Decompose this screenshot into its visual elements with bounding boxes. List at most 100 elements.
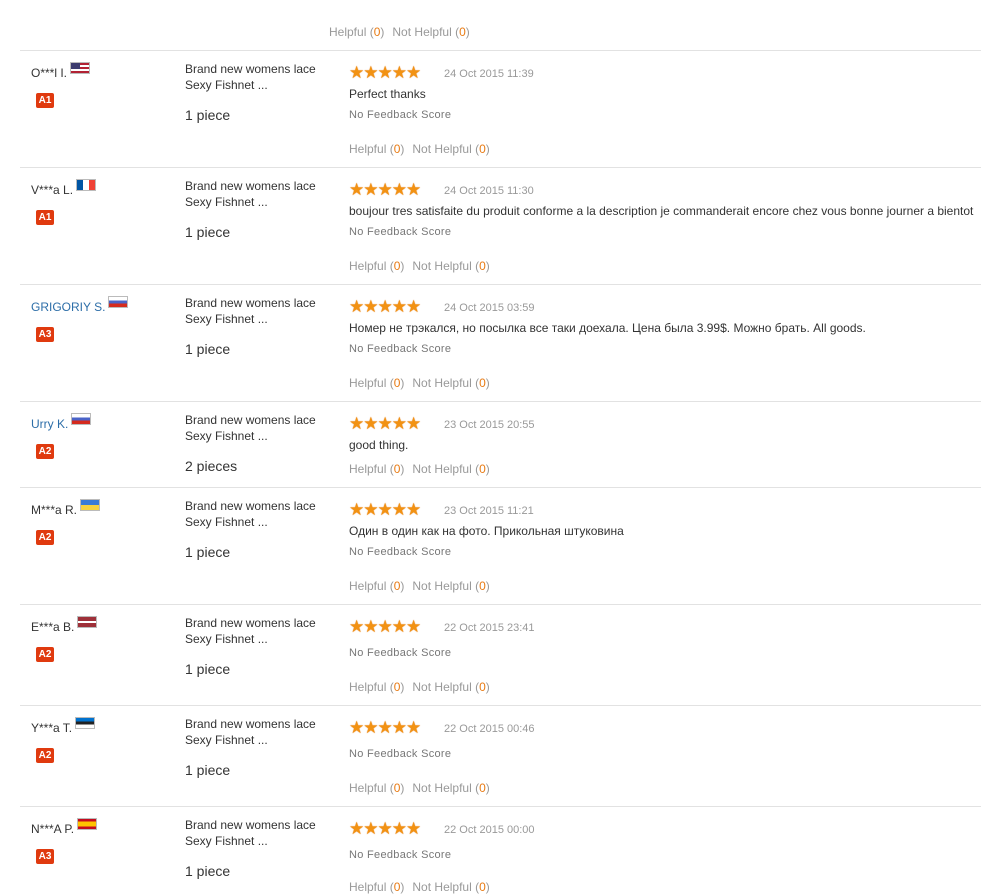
ua-flag-icon (80, 499, 101, 511)
es-flag-icon (77, 818, 98, 830)
review-row: Urry K. A2 Brand new womens lace Sexy Fi… (20, 402, 981, 487)
review-row: V***a L. A1 Brand new womens lace Sexy F… (20, 168, 981, 284)
review-text: Perfect thanks (349, 87, 426, 101)
review-date: 24 Oct 2015 11:39 (444, 68, 534, 80)
helpful-actions: Helpful (0) Not Helpful (0) (349, 781, 490, 795)
lv-flag-icon (77, 616, 98, 628)
feedback-score: No Feedback Score (349, 546, 452, 558)
star-rating: ★★★★★ (349, 718, 421, 737)
not-helpful-button[interactable]: Not Helpful (0) (412, 680, 489, 694)
product-link[interactable]: Brand new womens lace Sexy Fishnet ... (185, 716, 335, 748)
product-link[interactable]: Brand new womens lace Sexy Fishnet ... (185, 295, 335, 327)
review-text: good thing. (349, 438, 409, 452)
not-helpful-button[interactable]: Not Helpful (0) (412, 781, 489, 795)
feedback-score: No Feedback Score (349, 647, 452, 659)
helpful-actions: Helpful (0) Not Helpful (0) (349, 142, 490, 156)
not-helpful-button[interactable]: Not Helpful (0) (412, 579, 489, 593)
product-link[interactable]: Brand new womens lace Sexy Fishnet ... (185, 817, 335, 849)
product-link[interactable]: Brand new womens lace Sexy Fishnet ... (185, 498, 335, 530)
partial-review-actions: Helpful (0) Not Helpful (0) (0, 0, 1000, 50)
quantity: 1 piece (185, 341, 231, 357)
helpful-button[interactable]: Helpful (0) (349, 376, 404, 390)
product-link[interactable]: Brand new womens lace Sexy Fishnet ... (185, 178, 335, 210)
product-link[interactable]: Brand new womens lace Sexy Fishnet ... (185, 61, 335, 93)
helpful-button[interactable]: Helpful (0) (349, 781, 404, 795)
ee-flag-icon (75, 717, 96, 729)
helpful-button[interactable]: Helpful (0) (349, 579, 404, 593)
star-rating: ★★★★★ (349, 63, 421, 82)
review-row: GRIGORIY S. A3 Brand new womens lace Sex… (20, 285, 981, 401)
helpful-actions: Helpful (0) Not Helpful (0) (349, 259, 490, 273)
reviewer-name-link[interactable]: GRIGORIY S. (31, 296, 129, 314)
buyer-level-badge: A2 (36, 647, 54, 662)
review-date: 24 Oct 2015 11:30 (444, 185, 534, 197)
feedback-score: No Feedback Score (349, 226, 452, 238)
review-row: N***A P. A3 Brand new womens lace Sexy F… (20, 807, 981, 894)
star-rating: ★★★★★ (349, 297, 421, 316)
feedback-score: No Feedback Score (349, 343, 452, 355)
buyer-level-badge: A3 (36, 849, 54, 864)
reviewer-name: E***a B. (31, 616, 98, 634)
review-date: 22 Oct 2015 00:46 (444, 723, 535, 735)
buyer-level-badge: A1 (36, 210, 54, 225)
helpful-button[interactable]: Helpful (0) (349, 142, 404, 156)
not-helpful-button[interactable]: Not Helpful (0) (412, 376, 489, 390)
review-text: Номер не трэкался, но посылка все таки д… (349, 321, 866, 335)
review-date: 23 Oct 2015 20:55 (444, 419, 535, 431)
helpful-actions: Helpful (0) Not Helpful (0) (349, 680, 490, 694)
star-rating: ★★★★★ (349, 819, 421, 838)
helpful-actions: Helpful (0) Not Helpful (0) (329, 25, 470, 39)
star-rating: ★★★★★ (349, 180, 421, 199)
reviewer-name: M***a R. (31, 499, 101, 517)
quantity: 2 pieces (185, 458, 238, 474)
product-link[interactable]: Brand new womens lace Sexy Fishnet ... (185, 615, 335, 647)
quantity: 1 piece (185, 863, 231, 879)
feedback-score: No Feedback Score (349, 109, 452, 121)
helpful-button[interactable]: Helpful (0) (349, 680, 404, 694)
us-flag-icon (70, 62, 91, 74)
ru-flag-icon (71, 413, 92, 425)
helpful-actions: Helpful (0) Not Helpful (0) (349, 376, 490, 390)
buyer-level-badge: A2 (36, 444, 54, 459)
quantity: 1 piece (185, 224, 231, 240)
review-row: E***a B. A2 Brand new womens lace Sexy F… (20, 605, 981, 705)
review-text: Один в один как на фото. Прикольная штук… (349, 524, 624, 538)
reviewer-name: N***A P. (31, 818, 98, 836)
buyer-level-badge: A2 (36, 748, 54, 763)
buyer-level-badge: A3 (36, 327, 54, 342)
feedback-score: No Feedback Score (349, 849, 452, 861)
helpful-button[interactable]: Helpful (0) (349, 462, 404, 476)
product-link[interactable]: Brand new womens lace Sexy Fishnet ... (185, 412, 335, 444)
not-helpful-button[interactable]: Not Helpful (0) (412, 259, 489, 273)
review-date: 24 Oct 2015 03:59 (444, 302, 535, 314)
reviewer-name: O***l I. (31, 62, 91, 80)
not-helpful-button[interactable]: Not Helpful (0) (392, 25, 469, 39)
star-rating: ★★★★★ (349, 500, 421, 519)
quantity: 1 piece (185, 762, 231, 778)
review-date: 22 Oct 2015 00:00 (444, 824, 535, 836)
review-date: 23 Oct 2015 11:21 (444, 505, 534, 517)
quantity: 1 piece (185, 107, 231, 123)
star-rating: ★★★★★ (349, 617, 421, 636)
not-helpful-button[interactable]: Not Helpful (0) (412, 462, 489, 476)
feedback-score: No Feedback Score (349, 748, 452, 760)
review-date: 22 Oct 2015 23:41 (444, 622, 535, 634)
helpful-actions: Helpful (0) Not Helpful (0) (349, 579, 490, 593)
review-row: O***l I. A1 Brand new womens lace Sexy F… (20, 51, 981, 167)
star-rating: ★★★★★ (349, 414, 421, 433)
ru-flag-icon (108, 296, 129, 308)
quantity: 1 piece (185, 661, 231, 677)
reviewer-name-link[interactable]: Urry K. (31, 413, 92, 431)
helpful-button[interactable]: Helpful (0) (349, 259, 404, 273)
review-row: Y***a T. A2 Brand new womens lace Sexy F… (20, 706, 981, 806)
helpful-actions: Helpful (0) Not Helpful (0) (349, 462, 490, 476)
reviewer-name: V***a L. (31, 179, 97, 197)
not-helpful-button[interactable]: Not Helpful (0) (412, 142, 489, 156)
quantity: 1 piece (185, 544, 231, 560)
buyer-level-badge: A1 (36, 93, 54, 108)
helpful-button[interactable]: Helpful (0) (329, 25, 384, 39)
buyer-level-badge: A2 (36, 530, 54, 545)
reviewer-name: Y***a T. (31, 717, 96, 735)
review-text: boujour tres satisfaite du produit confo… (349, 204, 974, 218)
review-row: M***a R. A2 Brand new womens lace Sexy F… (20, 488, 981, 604)
